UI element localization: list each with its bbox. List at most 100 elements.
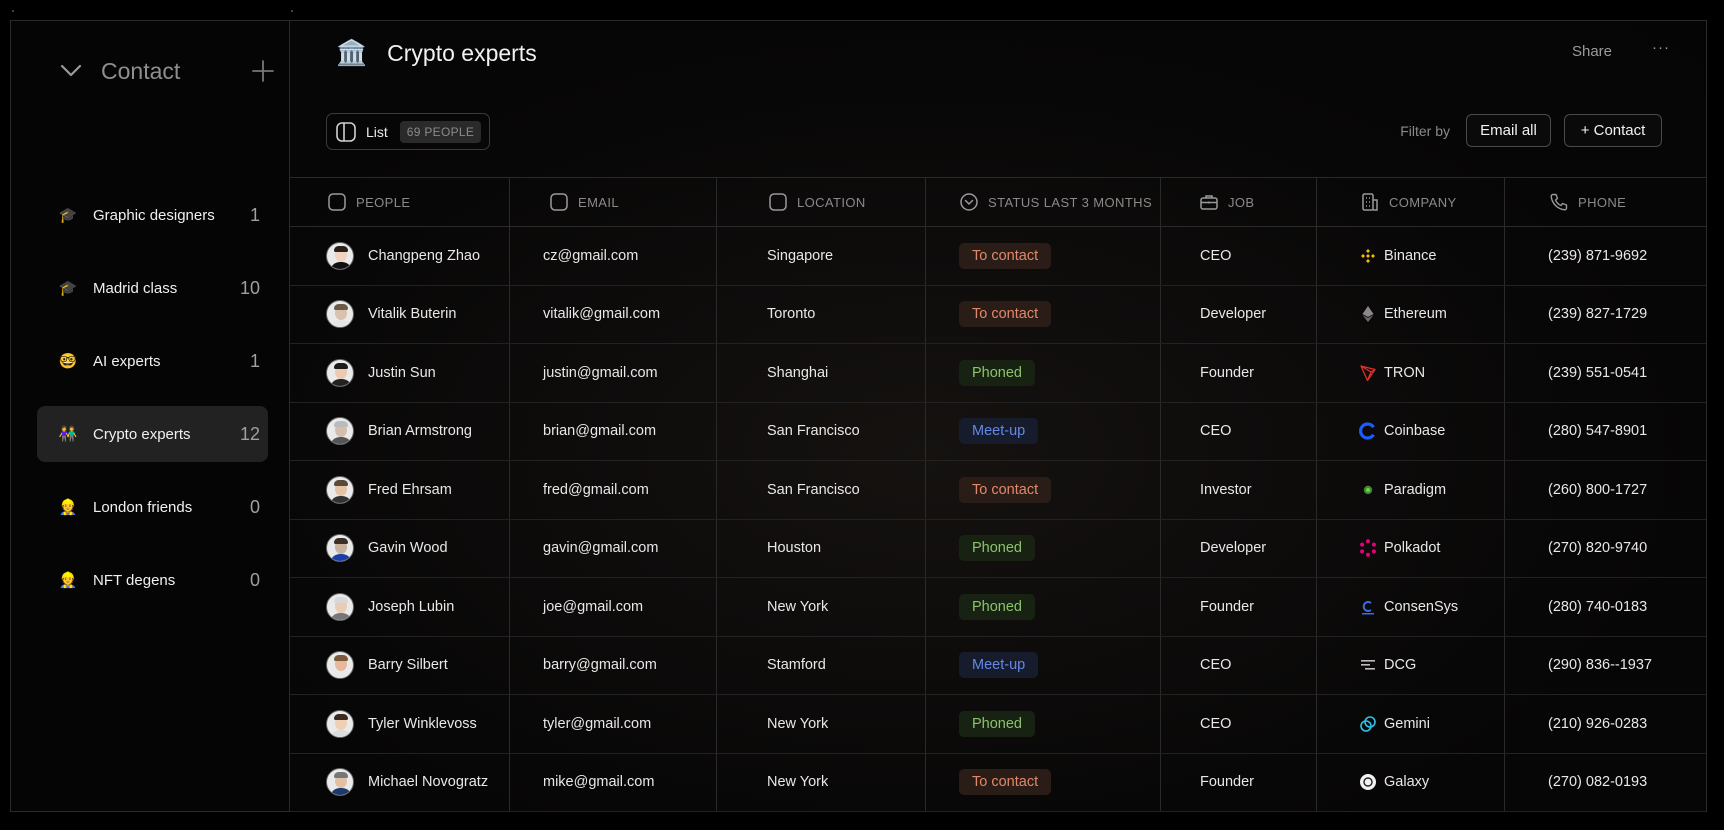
table-row[interactable]: Fred Ehrsam fred@gmail.com San Francisco To… [290,461,1706,520]
phone-cell[interactable]: (270) 082-0193 [1505,754,1706,812]
phone-cell[interactable]: (239) 551-0541 [1505,344,1706,402]
email-cell[interactable]: fred@gmail.com [510,461,717,519]
email-cell[interactable]: vitalik@gmail.com [510,285,717,343]
status-cell[interactable]: Meet-up [926,402,1161,460]
location-cell[interactable]: Houston [717,519,926,577]
phone-cell[interactable]: (280) 740-0183 [1505,578,1706,636]
status-badge[interactable]: Meet-up [959,652,1039,679]
status-badge[interactable]: Phoned [959,710,1035,737]
location-cell[interactable]: Singapore [717,227,926,285]
people-cell[interactable]: Michael Novogratz [290,753,510,811]
add-contact-button[interactable]: + Contact [1564,114,1662,147]
company-cell[interactable]: Gemini [1317,695,1505,753]
phone-cell[interactable]: (290) 836--1937 [1505,637,1706,695]
email-cell[interactable]: tyler@gmail.com [510,695,717,753]
column-header-company[interactable]: COMPANY [1317,178,1505,226]
location-cell[interactable]: Toronto [717,285,926,343]
status-badge[interactable]: To contact [959,769,1052,796]
table-row[interactable]: Vitalik Buterin vitalik@gmail.com Toronto T… [290,285,1706,344]
sidebar-item-madrid-class[interactable]: 🎓 Madrid class 10 [37,260,268,316]
job-cell[interactable]: Developer [1161,285,1317,343]
people-cell[interactable]: Vitalik Buterin [290,285,510,343]
company-cell[interactable]: Polkadot [1317,519,1505,577]
column-header-people[interactable]: PEOPLE [290,178,510,226]
people-cell[interactable]: Joseph Lubin [290,578,510,636]
company-cell[interactable]: Paradigm [1317,461,1505,519]
sidebar-item-crypto-experts[interactable]: 👫 Crypto experts 12 [37,406,268,462]
table-row[interactable]: Gavin Wood gavin@gmail.com Houston Phoned De… [290,519,1706,578]
column-header-job[interactable]: JOB [1161,178,1317,226]
status-badge[interactable]: Phoned [959,535,1035,562]
email-cell[interactable]: joe@gmail.com [510,578,717,636]
people-cell[interactable]: Tyler Winklevoss [290,695,510,753]
chevron-down-icon[interactable] [57,57,85,85]
company-cell[interactable]: Binance [1317,227,1505,285]
filter-by-button[interactable]: Filter by [1400,123,1450,139]
phone-cell[interactable]: (210) 926-0283 [1505,695,1706,753]
view-selector[interactable]: List 69 PEOPLE [326,113,491,150]
table-row[interactable]: Brian Armstrong brian@gmail.com San Franci… [290,402,1706,461]
status-cell[interactable]: To contact [926,461,1161,519]
location-cell[interactable]: New York [717,695,926,753]
email-all-button[interactable]: Email all [1466,114,1551,147]
share-button[interactable]: Share [1572,43,1612,60]
email-cell[interactable]: cz@gmail.com [510,227,717,285]
add-list-icon[interactable] [249,57,277,85]
people-cell[interactable]: Gavin Wood [290,519,510,577]
status-cell[interactable]: Phoned [926,344,1161,402]
job-cell[interactable]: CEO [1161,636,1317,694]
company-cell[interactable]: ConsenSys [1317,578,1505,636]
table-row[interactable]: Michael Novogratz mike@gmail.com New York T… [290,753,1706,812]
company-cell[interactable]: DCG [1317,636,1505,694]
column-header-location[interactable]: LOCATION [717,178,926,226]
people-cell[interactable]: Barry Silbert [290,636,510,694]
status-badge[interactable]: To contact [959,301,1052,328]
status-cell[interactable]: To contact [926,753,1161,811]
status-badge[interactable]: To contact [959,242,1052,269]
people-cell[interactable]: Fred Ehrsam [290,461,510,519]
sidebar-item-graphic-designers[interactable]: 🎓 Graphic designers 1 [37,187,268,243]
status-cell[interactable]: Meet-up [926,636,1161,694]
status-cell[interactable]: Phoned [926,578,1161,636]
column-header-phone[interactable]: PHONE [1505,178,1706,226]
job-cell[interactable]: Developer [1161,519,1317,577]
location-cell[interactable]: San Francisco [717,402,926,460]
status-cell[interactable]: To contact [926,227,1161,285]
location-cell[interactable]: New York [717,578,926,636]
table-row[interactable]: Barry Silbert barry@gmail.com Stamford Meet… [290,636,1706,695]
column-header-email[interactable]: EMAIL [510,178,717,226]
email-cell[interactable]: brian@gmail.com [510,402,717,460]
email-cell[interactable]: mike@gmail.com [510,753,717,811]
phone-cell[interactable]: (270) 820-9740 [1505,520,1706,578]
company-cell[interactable]: TRON [1317,344,1505,402]
people-cell[interactable]: Brian Armstrong [290,402,510,460]
job-cell[interactable]: Founder [1161,344,1317,402]
location-cell[interactable]: Stamford [717,636,926,694]
status-cell[interactable]: To contact [926,285,1161,343]
status-badge[interactable]: Meet-up [959,418,1039,445]
more-options-icon[interactable]: ··· [1652,39,1670,56]
status-badge[interactable]: To contact [959,476,1052,503]
status-cell[interactable]: Phoned [926,519,1161,577]
people-cell[interactable]: Justin Sun [290,344,510,402]
location-cell[interactable]: Shanghai [717,344,926,402]
job-cell[interactable]: Investor [1161,461,1317,519]
location-cell[interactable]: San Francisco [717,461,926,519]
phone-cell[interactable]: (239) 871-9692 [1505,227,1706,285]
email-cell[interactable]: barry@gmail.com [510,636,717,694]
company-cell[interactable]: Galaxy [1317,753,1505,811]
table-row[interactable]: Tyler Winklevoss tyler@gmail.com New York P… [290,695,1706,754]
location-cell[interactable]: New York [717,753,926,811]
sidebar-item-london-friends[interactable]: 👷 London friends 0 [37,479,268,535]
status-badge[interactable]: Phoned [959,359,1035,386]
phone-cell[interactable]: (260) 800-1727 [1505,461,1706,519]
email-cell[interactable]: gavin@gmail.com [510,519,717,577]
job-cell[interactable]: Founder [1161,578,1317,636]
phone-cell[interactable]: (280) 547-8901 [1505,403,1706,461]
company-cell[interactable]: Ethereum [1317,285,1505,343]
status-cell[interactable]: Phoned [926,695,1161,753]
job-cell[interactable]: CEO [1161,695,1317,753]
status-badge[interactable]: Phoned [959,593,1035,620]
people-cell[interactable]: Changpeng Zhao [290,227,510,285]
table-row[interactable]: Justin Sun justin@gmail.com Shanghai Phoned… [290,344,1706,403]
